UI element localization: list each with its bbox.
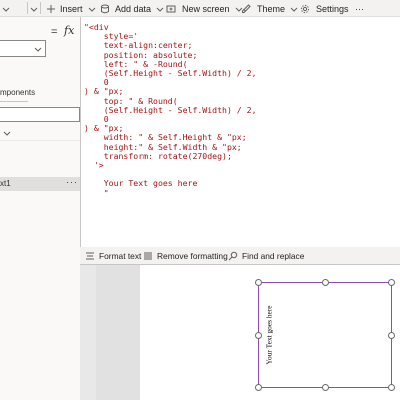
paint-brush-icon (242, 3, 251, 13)
property-dropdown[interactable] (0, 40, 46, 57)
html-text-control[interactable] (258, 282, 392, 388)
database-icon (101, 4, 109, 13)
more-button[interactable]: ··· (355, 0, 364, 17)
formula-editor[interactable]: "<div style=' text-align:center; positio… (80, 17, 400, 248)
new-screen-label: New screen (182, 3, 230, 14)
remove-formatting-icon (144, 252, 152, 260)
tree-item-more-button[interactable]: ··· (66, 177, 78, 187)
add-data-label: Add data (115, 3, 152, 14)
settings-button[interactable]: Settings (300, 0, 349, 17)
chevron-down-icon (156, 7, 164, 12)
more-label: ··· (355, 3, 364, 14)
canvas-background (96, 265, 140, 400)
format-text-icon (86, 252, 94, 260)
rotated-text: Your Text goes here (263, 300, 275, 370)
remove-formatting-button[interactable]: Remove formatting (143, 247, 228, 265)
plus-icon (47, 4, 55, 13)
fx-icon: fx (64, 24, 75, 37)
left-panel: mponents xt1 ··· (0, 17, 80, 400)
tree-search-input[interactable] (0, 107, 80, 122)
formula-code[interactable]: "<div style=' text-align:center; positio… (84, 22, 257, 198)
chevron-down-icon (88, 7, 95, 12)
resize-handle-bottom-right[interactable] (388, 384, 395, 391)
format-text-label: Format text (99, 251, 142, 261)
components-tab[interactable]: mponents (0, 88, 35, 97)
formula-toolbar: Format text Remove formatting Find and r… (80, 247, 400, 265)
toolbar-separator (27, 2, 28, 14)
tree-item-label: xt1 (0, 179, 11, 188)
remove-formatting-label: Remove formatting (157, 251, 228, 261)
chevron-down-icon (3, 131, 11, 136)
search-icon (228, 251, 238, 261)
tab-underline (0, 101, 28, 102)
insert-button[interactable]: Insert (46, 0, 96, 17)
formula-equals: = (51, 26, 58, 38)
theme-button[interactable]: Theme (241, 0, 298, 17)
resize-handle-bottom[interactable] (322, 384, 329, 391)
chevron-down-icon (34, 47, 42, 52)
chevron-down-icon (290, 7, 298, 12)
resize-handle-top-right[interactable] (388, 279, 395, 286)
insert-label: Insert (60, 3, 83, 14)
format-text-button[interactable]: Format text (85, 247, 141, 265)
resize-handle-right[interactable] (388, 332, 395, 339)
resize-handle-top[interactable] (322, 279, 329, 286)
find-replace-label: Find and replace (242, 251, 305, 261)
command-bar: Insert Add data New screen Theme Setting… (0, 0, 400, 17)
toolbar-separator (40, 2, 41, 14)
undo-chevron-icon[interactable] (2, 0, 10, 17)
rotated-text-label: Your Text goes here (264, 305, 274, 365)
tree-group[interactable] (0, 125, 80, 141)
tree-item-text1[interactable]: xt1 ··· (0, 177, 80, 191)
add-data-button[interactable]: Add data (100, 0, 164, 17)
toolbar-chevron-icon[interactable] (30, 0, 38, 17)
resize-handle-left[interactable] (255, 332, 262, 339)
gear-icon (300, 4, 310, 13)
new-screen-button[interactable]: New screen (166, 0, 243, 17)
resize-handle-top-left[interactable] (255, 279, 262, 286)
settings-label: Settings (316, 3, 349, 14)
new-screen-icon (166, 5, 176, 12)
theme-label: Theme (257, 3, 286, 14)
resize-handle-bottom-left[interactable] (255, 384, 262, 391)
find-replace-button[interactable]: Find and replace (228, 247, 304, 265)
